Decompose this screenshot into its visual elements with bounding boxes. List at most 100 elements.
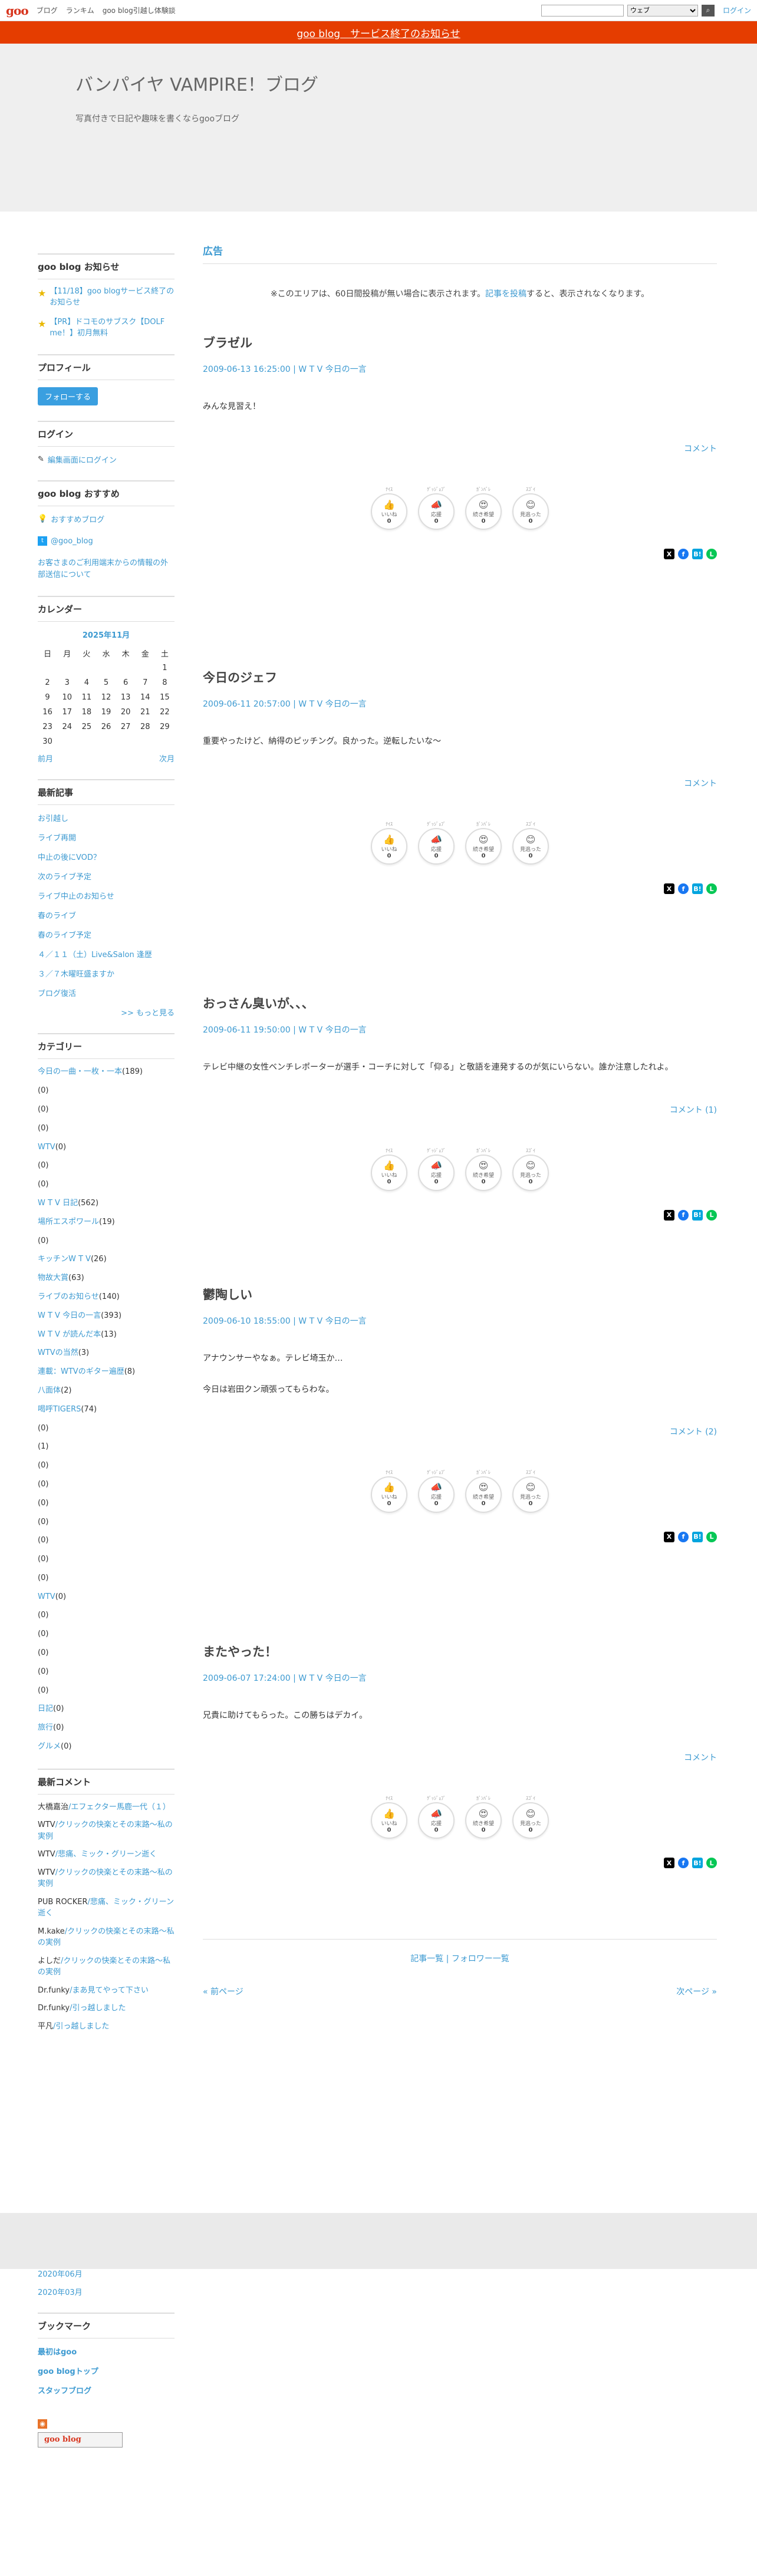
entry-meta[interactable]: 2009-06-07 17:24:00 | W T V 今日の一言: [203, 1672, 717, 1684]
category-link[interactable]: WTV: [38, 1592, 55, 1601]
follower-list-link[interactable]: フォロワー一覧: [452, 1954, 509, 1964]
category-link[interactable]: 旅行: [38, 1723, 53, 1732]
hatena-share-icon[interactable]: B!: [692, 883, 703, 895]
comment-entry-link[interactable]: /クリックの快楽とその末路～私の実例: [38, 1868, 173, 1889]
category-link[interactable]: 場所エスポワール: [38, 1218, 99, 1226]
line-share-icon[interactable]: L: [706, 883, 717, 895]
category-link[interactable]: グルメ: [38, 1742, 61, 1751]
recent-item[interactable]: 春のライブ: [38, 909, 175, 921]
x-share-icon[interactable]: X: [664, 1531, 674, 1542]
reaction-missed-button[interactable]: ｽｺﾞｲ 😊 見逃った 0: [512, 487, 549, 530]
reaction-like-button[interactable]: ﾅｲｽ 👍 いいね 0: [371, 1796, 407, 1839]
entry-title[interactable]: 鬱陶しい: [203, 1285, 717, 1303]
category-link[interactable]: 日記: [38, 1704, 53, 1713]
comment-entry-link[interactable]: /引っ越しました: [70, 2004, 126, 2013]
recent-item[interactable]: ライブ中止のお知らせ: [38, 890, 175, 901]
entry-meta[interactable]: 2009-06-11 19:50:00 | W T V 今日の一言: [203, 1024, 717, 1035]
recent-more-link[interactable]: >> もっと見る: [38, 1007, 175, 1018]
reaction-cheer-button[interactable]: ｸﾞｯｼﾞｮﾌﾞ 📣 応援 0: [418, 822, 455, 865]
line-share-icon[interactable]: L: [706, 1209, 717, 1221]
category-link[interactable]: WTV: [38, 1143, 55, 1152]
entry-meta[interactable]: 2009-06-11 20:57:00 | W T V 今日の一言: [203, 698, 717, 710]
bookmark-link[interactable]: スタッフブログ: [38, 2384, 175, 2396]
nav-blog[interactable]: ブログ: [37, 5, 58, 15]
recent-item[interactable]: 春のライブ予定: [38, 929, 175, 940]
entry-meta[interactable]: 2009-06-10 18:55:00 | W T V 今日の一言: [203, 1315, 717, 1327]
reaction-cheer-button[interactable]: ｸﾞｯｼﾞｮﾌﾞ 📣 応援 0: [418, 1148, 455, 1191]
reaction-want-more-button[interactable]: ｶﾞﾝﾊﾞﾚ 😍 続き希望 0: [465, 1470, 502, 1513]
recommend-blog-link[interactable]: おすすめブログ: [51, 513, 104, 525]
hatena-share-icon[interactable]: B!: [692, 1531, 703, 1542]
hatena-share-icon[interactable]: B!: [692, 549, 703, 560]
archive-link[interactable]: 2020年06月: [38, 2268, 175, 2279]
reaction-want-more-button[interactable]: ｶﾞﾝﾊﾞﾚ 😍 続き希望 0: [465, 822, 502, 865]
category-link[interactable]: キッチンW T V: [38, 1255, 91, 1264]
x-share-icon[interactable]: X: [664, 883, 674, 895]
category-link[interactable]: ライブのお知らせ: [38, 1292, 99, 1301]
goo-blog-twitter-link[interactable]: @goo_blog: [51, 537, 93, 546]
goo-blog-badge[interactable]: goo blog: [38, 2432, 123, 2448]
entry-title[interactable]: ブラゼル: [203, 334, 717, 351]
reaction-missed-button[interactable]: ｽｺﾞｲ 😊 見逃った 0: [512, 822, 549, 865]
rss-icon[interactable]: ◉: [38, 2419, 47, 2429]
reaction-missed-button[interactable]: ｽｺﾞｲ 😊 見逃った 0: [512, 1148, 549, 1191]
notice-link[interactable]: 【PR】ドコモのサブスク【DOLF me！】初月無料: [50, 317, 175, 339]
article-list-link[interactable]: 記事一覧: [410, 1954, 443, 1964]
hatena-share-icon[interactable]: B!: [692, 1858, 703, 1869]
reaction-cheer-button[interactable]: ｸﾞｯｼﾞｮﾌﾞ 📣 応援 0: [418, 1796, 455, 1839]
comment-entry-link[interactable]: /引っ越しました: [53, 2022, 109, 2031]
entry-meta[interactable]: 2009-06-13 16:25:00 | W T V 今日の一言: [203, 363, 717, 375]
facebook-share-icon[interactable]: f: [678, 1531, 689, 1542]
entry-title[interactable]: おっさん臭いが、、、: [203, 994, 717, 1012]
comment-link[interactable]: コメント (1): [203, 1104, 717, 1116]
line-share-icon[interactable]: L: [706, 549, 717, 560]
comment-entry-link[interactable]: /まあ見てやって下さい: [70, 1986, 149, 1995]
blog-title[interactable]: バンパイヤ VAMPIRE！ブログ: [75, 70, 757, 96]
reaction-want-more-button[interactable]: ｶﾞﾝﾊﾞﾚ 😍 続き希望 0: [465, 1796, 502, 1839]
comment-link[interactable]: コメント: [203, 443, 717, 454]
category-link[interactable]: W T V 今日の一言: [38, 1311, 101, 1320]
facebook-share-icon[interactable]: f: [678, 1209, 689, 1221]
reaction-cheer-button[interactable]: ｸﾞｯｼﾞｮﾌﾞ 📣 応援 0: [418, 1470, 455, 1513]
prev-page-link[interactable]: « 前ページ: [203, 1985, 243, 1997]
category-link[interactable]: 今日の一曲・一枚・一本: [38, 1067, 122, 1076]
reaction-like-button[interactable]: ﾅｲｽ 👍 いいね 0: [371, 822, 407, 865]
login-link[interactable]: ログイン: [723, 5, 751, 15]
x-share-icon[interactable]: X: [664, 1858, 674, 1869]
category-link[interactable]: 八面体: [38, 1386, 61, 1395]
external-info-link[interactable]: お客さまのご利用端末からの情報の外部送信について: [38, 558, 175, 580]
entry-title[interactable]: またやった！: [203, 1642, 717, 1660]
facebook-share-icon[interactable]: f: [678, 1858, 689, 1869]
comment-link[interactable]: コメント (2): [203, 1426, 717, 1437]
category-link[interactable]: W T V 日記: [38, 1199, 78, 1208]
category-link[interactable]: 喝呼TIGERS: [38, 1405, 81, 1414]
line-share-icon[interactable]: L: [706, 1531, 717, 1542]
calendar-next-link[interactable]: 次月: [159, 753, 175, 764]
archive-link[interactable]: 2020年03月: [38, 2286, 175, 2297]
reaction-like-button[interactable]: ﾅｲｽ 👍 いいね 0: [371, 487, 407, 530]
reaction-want-more-button[interactable]: ｶﾞﾝﾊﾞﾚ 😍 続き希望 0: [465, 487, 502, 530]
hatena-share-icon[interactable]: B!: [692, 1209, 703, 1221]
recent-item[interactable]: 次のライブ予定: [38, 870, 175, 882]
recent-item[interactable]: お引越し: [38, 812, 175, 823]
admin-login-link[interactable]: 編集画面にログイン: [48, 454, 117, 465]
entry-title[interactable]: 今日のジェフ: [203, 668, 717, 686]
calendar-prev-link[interactable]: 前月: [38, 753, 53, 764]
recent-item[interactable]: ライブ再開: [38, 832, 175, 843]
category-link[interactable]: 連載：WTVのギター遍歴: [38, 1367, 124, 1376]
reaction-want-more-button[interactable]: ｶﾞﾝﾊﾞﾚ 😍 続き希望 0: [465, 1148, 502, 1191]
recent-item[interactable]: ブログ復活: [38, 987, 175, 998]
reaction-missed-button[interactable]: ｽｺﾞｲ 😊 見逃った 0: [512, 1796, 549, 1839]
nav-ranking[interactable]: ランキム: [66, 5, 94, 15]
bookmark-link[interactable]: 最初はgoo: [38, 2346, 175, 2357]
comment-link[interactable]: コメント: [203, 777, 717, 789]
reaction-missed-button[interactable]: ｽｺﾞｲ 😊 見逃った 0: [512, 1470, 549, 1513]
comment-entry-link[interactable]: /悲痛、ミック・グリーン逝く: [55, 1850, 157, 1859]
category-link[interactable]: 物故大賞: [38, 1274, 68, 1282]
facebook-share-icon[interactable]: f: [678, 549, 689, 560]
goo-logo[interactable]: goo: [6, 4, 29, 18]
reaction-cheer-button[interactable]: ｸﾞｯｼﾞｮﾌﾞ 📣 応援 0: [418, 487, 455, 530]
category-link[interactable]: W T V が読んだ本: [38, 1330, 101, 1339]
nav-moving-stories[interactable]: goo blog引越し体験談: [103, 5, 176, 15]
line-share-icon[interactable]: L: [706, 1858, 717, 1869]
